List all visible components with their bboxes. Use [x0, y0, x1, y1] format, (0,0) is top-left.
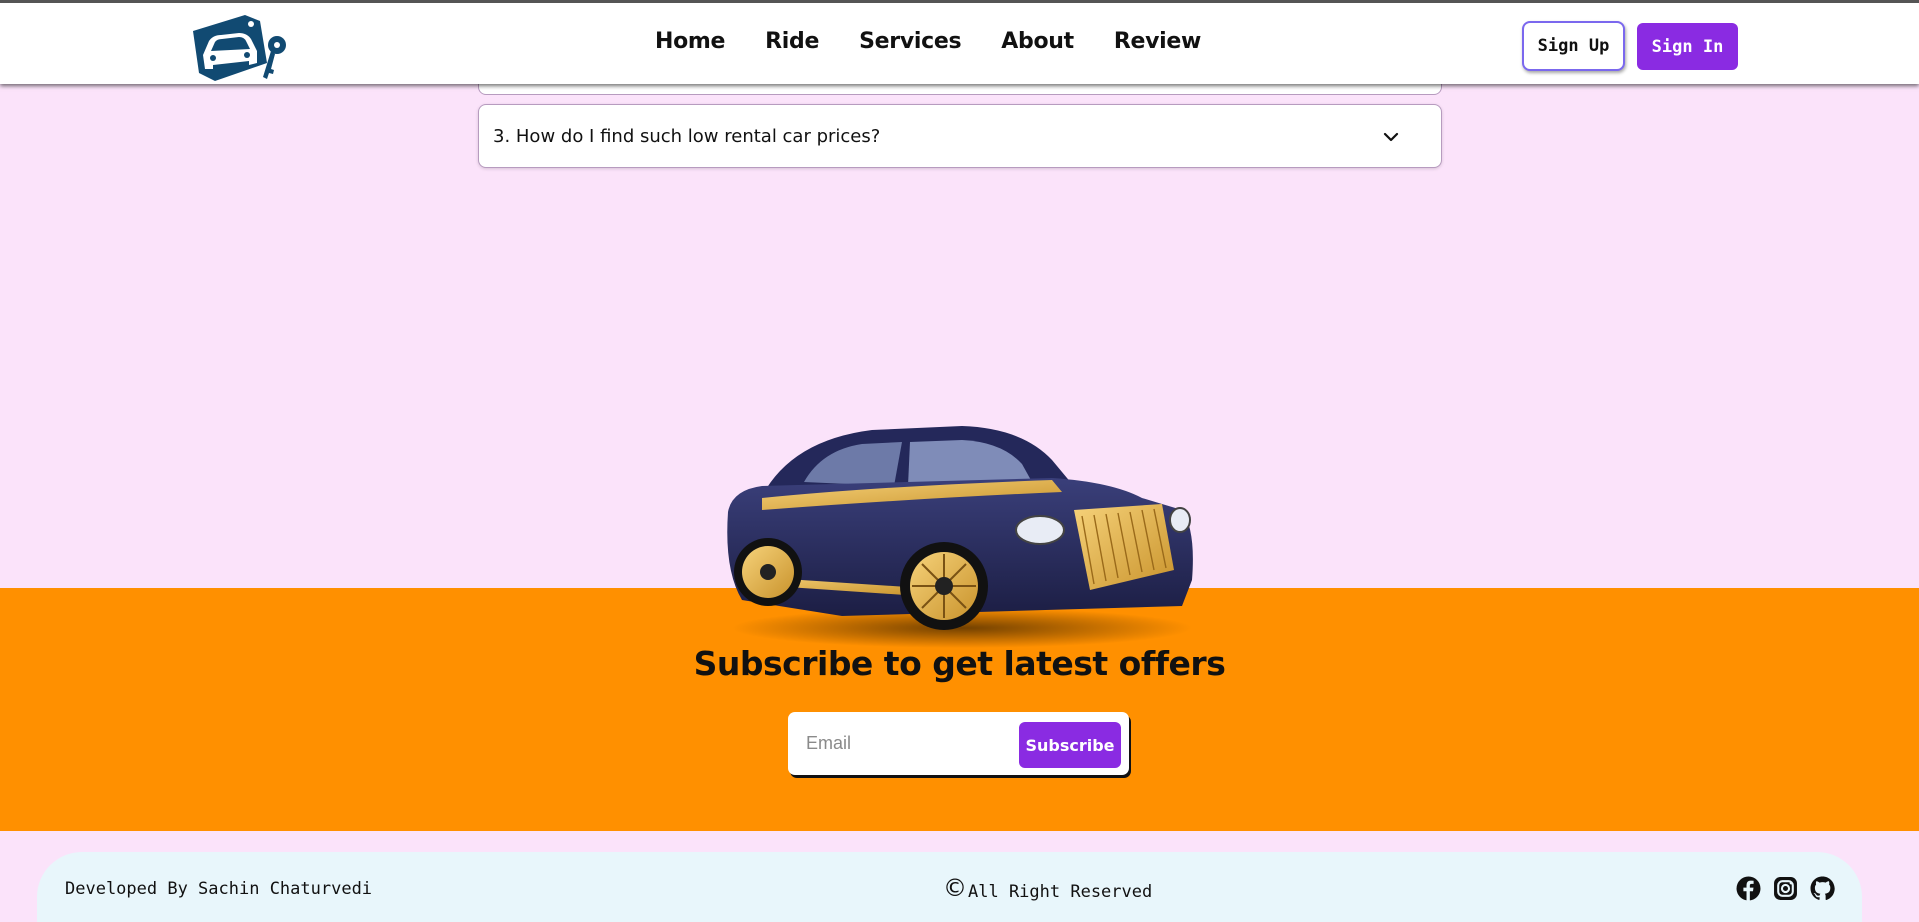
nav-services[interactable]: Services	[859, 29, 961, 54]
footer-developer-credit: Developed By Sachin Chaturvedi	[65, 879, 373, 899]
nav-ride[interactable]: Ride	[765, 29, 819, 54]
luxury-car-image	[727, 426, 1193, 648]
instagram-icon[interactable]	[1773, 876, 1798, 901]
footer-copyright: © All Right Reserved	[943, 874, 1152, 902]
subscribe-title: Subscribe to get latest offers	[693, 644, 1226, 683]
faq-item[interactable]: 3. How do I find such low rental car pri…	[478, 104, 1442, 168]
subscribe-form: Subscribe	[788, 712, 1129, 775]
subscribe-button[interactable]: Subscribe	[1019, 722, 1121, 768]
copyright-symbol: ©	[943, 874, 967, 902]
faq-question: 3. How do I find such low rental car pri…	[493, 126, 881, 147]
nav-about[interactable]: About	[1001, 29, 1074, 54]
facebook-icon[interactable]	[1736, 876, 1761, 901]
sign-up-button[interactable]: Sign Up	[1522, 21, 1625, 71]
social-links	[1736, 876, 1835, 901]
copyright-text: All Right Reserved	[968, 882, 1153, 902]
email-input[interactable]	[794, 718, 1014, 768]
nav-review[interactable]: Review	[1114, 29, 1202, 54]
top-navbar: Home Ride Services About Review Sign Up …	[0, 0, 1919, 84]
github-icon[interactable]	[1810, 876, 1835, 901]
nav-home[interactable]: Home	[655, 29, 725, 54]
car-key-logo-icon[interactable]	[185, 11, 291, 85]
main-nav: Home Ride Services About Review	[655, 29, 1241, 54]
sign-in-button[interactable]: Sign In	[1637, 23, 1738, 70]
footer: Developed By Sachin Chaturvedi © All Rig…	[37, 852, 1862, 922]
chevron-down-icon[interactable]	[1381, 127, 1401, 147]
